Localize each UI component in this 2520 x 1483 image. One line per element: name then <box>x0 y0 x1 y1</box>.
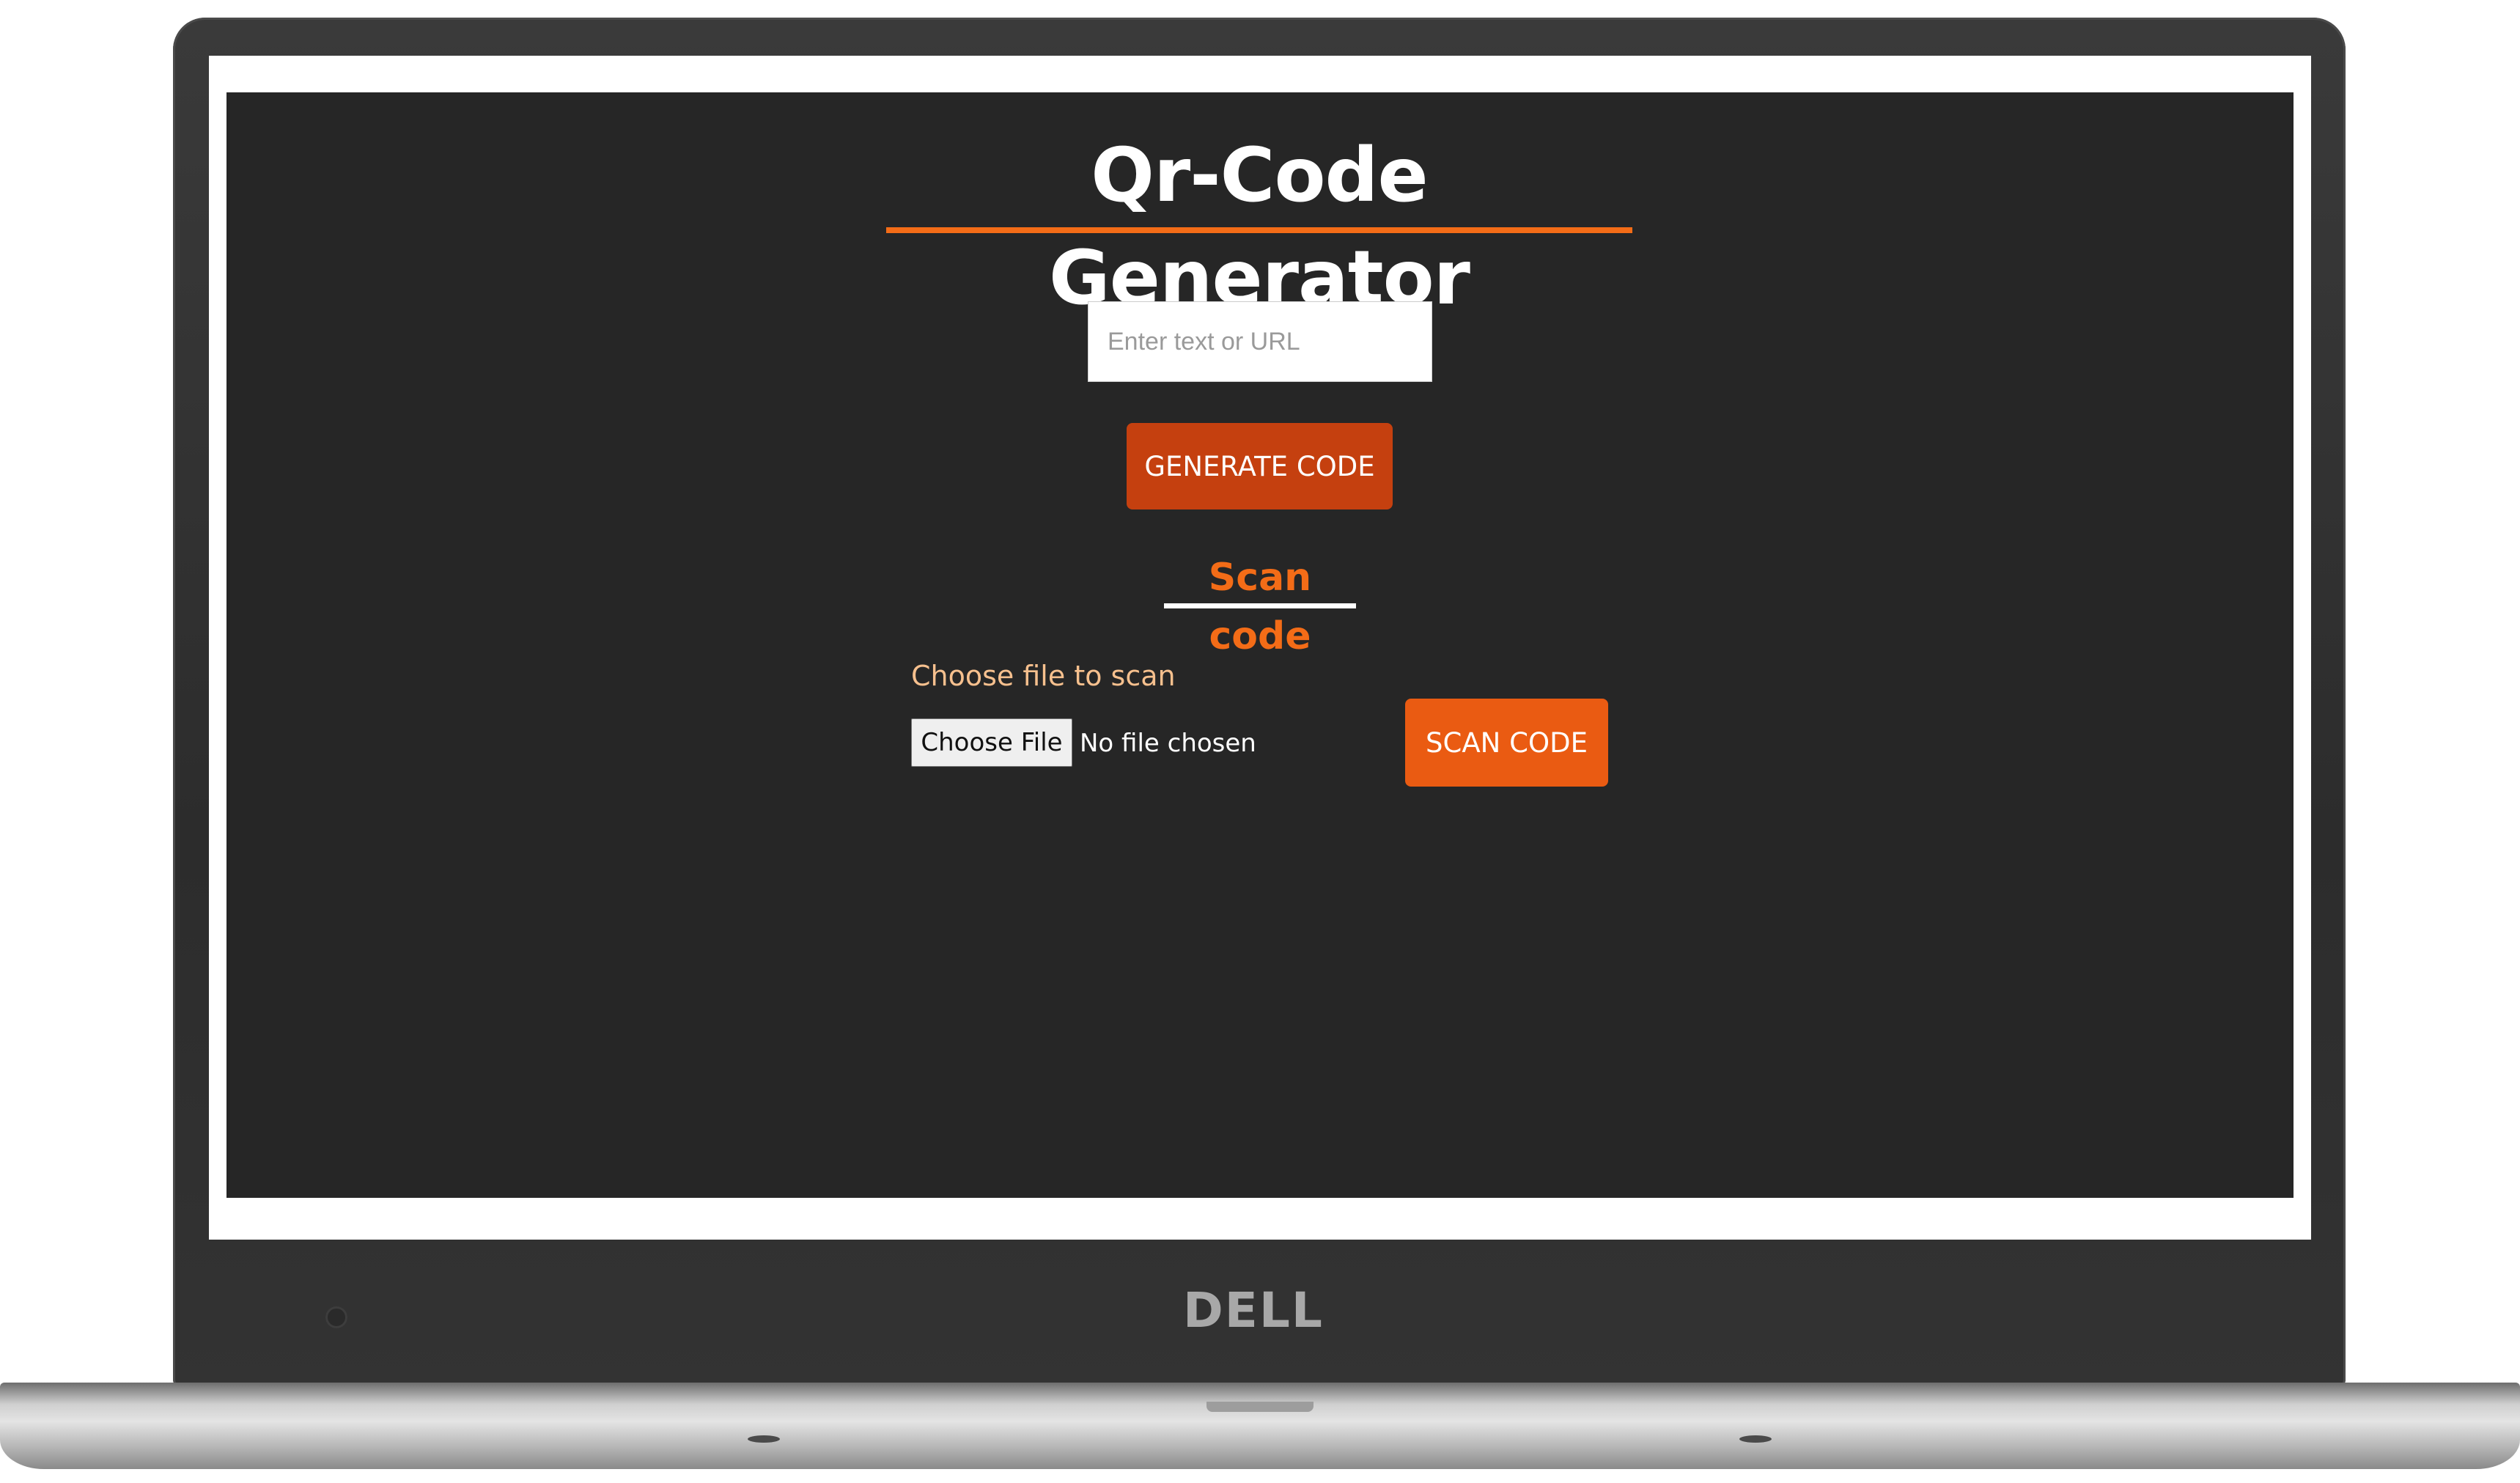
file-status-text: No file chosen <box>1080 729 1256 758</box>
laptop-foot-right <box>1739 1435 1772 1443</box>
file-input-label: Choose file to scan <box>911 660 1176 692</box>
scan-code-button[interactable]: SCAN CODE <box>1405 699 1608 787</box>
generate-code-button[interactable]: GENERATE CODE <box>1127 423 1393 509</box>
webcam-icon <box>325 1306 347 1328</box>
page-header: Qr-Code Generator <box>886 125 1632 322</box>
scan-heading-underline <box>1164 603 1356 608</box>
title-underline <box>886 227 1632 233</box>
laptop-base <box>0 1383 2520 1469</box>
lid-notch <box>1206 1402 1314 1412</box>
laptop-mockup: Qr-Code Generator GENERATE CODE Scan cod… <box>0 0 2520 1483</box>
laptop-foot-left <box>748 1435 780 1443</box>
brand-logo: DELL <box>1183 1282 1324 1339</box>
choose-file-button[interactable]: Choose File <box>911 718 1072 767</box>
qr-text-input[interactable] <box>1088 301 1432 382</box>
